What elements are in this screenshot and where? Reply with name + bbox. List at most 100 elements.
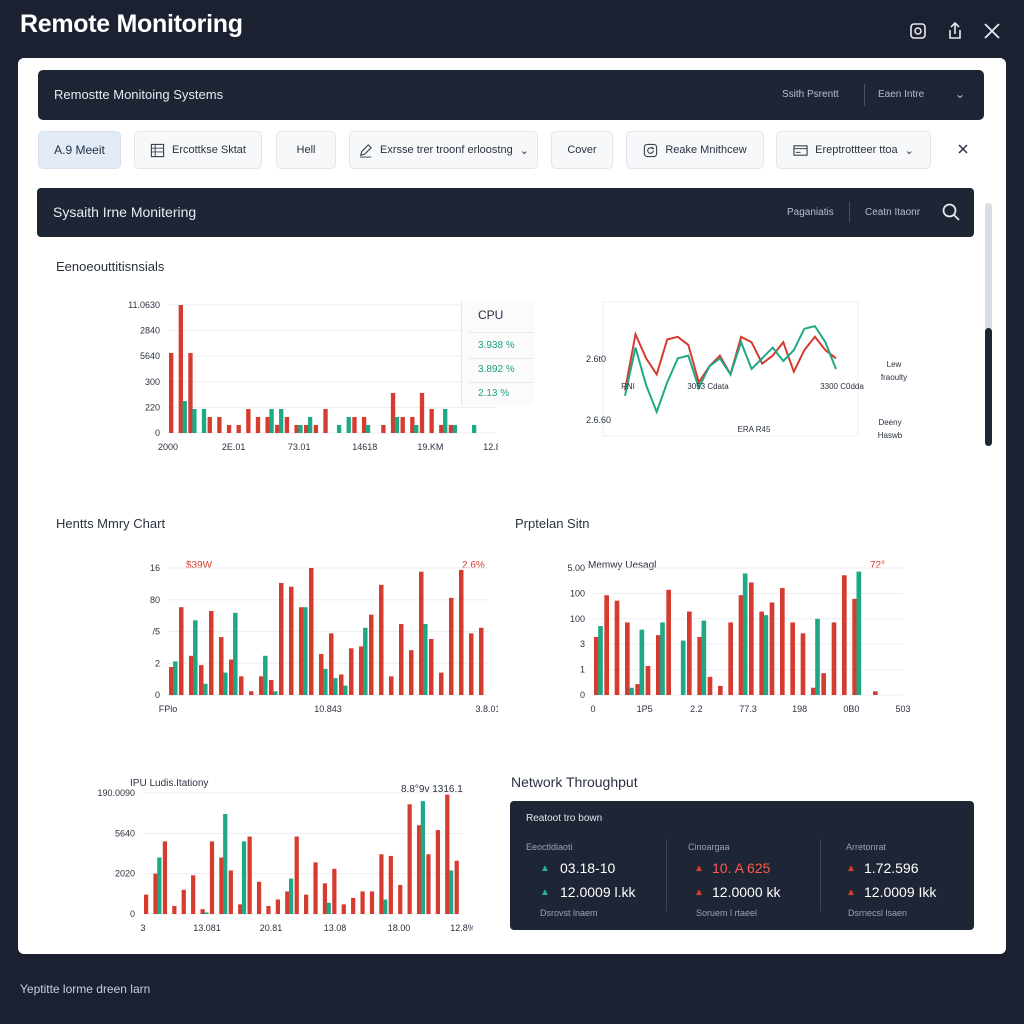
chart-bar — [379, 584, 384, 695]
top-bar-title: Remostte Monitoing Systems — [54, 87, 224, 102]
chart-bar — [399, 624, 404, 695]
chart-bar — [811, 687, 816, 695]
y-tick-label: 2.6t0 — [586, 354, 606, 364]
chart-bar — [173, 661, 178, 695]
chart-bar — [852, 598, 857, 695]
chart-bar — [420, 801, 425, 914]
chart-bar — [181, 889, 186, 914]
toolbar-dropdown-erloostng[interactable]: Exrsse trer troonf erloostng ⌄ — [349, 131, 538, 169]
chart-bar — [339, 674, 344, 695]
chart-bar — [200, 909, 205, 914]
chart-bar — [448, 425, 454, 433]
data-annotation: RNI — [621, 382, 635, 391]
chart-bar — [269, 680, 274, 695]
chart-bar — [614, 600, 620, 695]
chart-bar — [769, 602, 775, 695]
network-value: 12.0009 Ikk — [864, 884, 937, 900]
chart-bar — [238, 904, 243, 914]
chart-bar — [426, 854, 431, 914]
chart-bar — [718, 685, 723, 695]
x-tick-label: 10.843 — [314, 704, 342, 714]
chart-bar — [443, 409, 448, 433]
pen-icon — [359, 143, 372, 158]
y-tick-label: 190.0090 — [97, 788, 135, 798]
chart-bar — [697, 636, 702, 695]
chart-bar — [275, 425, 280, 433]
y-tick-label: 0 — [130, 909, 135, 919]
toolbar-dropdown-ttoa[interactable]: Ereptrottteer ttoa ⌄ — [776, 131, 931, 169]
x-tick-label: 2000 — [158, 442, 178, 452]
refresh-icon — [644, 143, 658, 157]
y-tick-label: /5 — [152, 627, 160, 637]
chart-bar — [759, 611, 764, 695]
chart-bar — [594, 636, 599, 695]
main-panel: Remostte Monitoing Systems Ssith Psrentt… — [18, 58, 1006, 954]
chart-bar — [831, 622, 837, 695]
top-bar-dropdown[interactable]: Eaen Intre — [878, 89, 924, 100]
chart-bar — [313, 862, 318, 914]
chart-bar — [821, 673, 826, 695]
top-bar-link[interactable]: Ssith Psrentt — [782, 89, 839, 100]
chart-bar — [259, 676, 264, 695]
chart-bar — [790, 622, 795, 695]
x-tick-label: 198 — [792, 704, 807, 714]
toolbar-button-meeit[interactable]: A.9 Meeit — [38, 131, 121, 169]
close-icon[interactable] — [954, 140, 972, 158]
chart-bar — [207, 417, 212, 433]
y-tick-label: 80 — [150, 595, 160, 605]
chart-bar — [279, 409, 284, 433]
chart-bar — [369, 891, 375, 914]
arrow-up-icon: ▲ — [846, 863, 856, 874]
chart-bar — [389, 676, 394, 695]
arrow-up-icon: ▲ — [694, 863, 704, 874]
x-tick-label: 12.8% — [450, 923, 473, 933]
chart-bar — [409, 650, 414, 695]
y-tick-label: 5640 — [140, 351, 160, 361]
network-value: 12.0000 kk — [712, 884, 781, 900]
toolbar-button-hell[interactable]: Hell — [276, 131, 336, 169]
scrollbar-thumb[interactable] — [985, 328, 992, 446]
network-value: 10. A 625 — [712, 860, 771, 876]
top-bar-divider — [864, 84, 865, 106]
chart-bar — [738, 595, 744, 695]
chart-bar — [352, 417, 357, 433]
network-col-title: Arretonrat — [846, 842, 887, 852]
toolbar-button-cover[interactable]: Cover — [551, 131, 613, 169]
toolbar-button-label: Hell — [296, 144, 316, 156]
section-header-dropdown[interactable]: Ceatn Itaonr — [865, 207, 920, 218]
series-line — [624, 330, 837, 391]
chart-bar — [294, 836, 299, 914]
chart-bar — [390, 393, 396, 433]
toolbar-button-label: Exrsse trer troonf erloostng — [380, 144, 513, 156]
chart-bar — [193, 620, 198, 695]
chart-bar — [856, 571, 862, 695]
chart-bar — [255, 417, 261, 433]
window-restore-button[interactable] — [903, 16, 933, 46]
network-panel: Reatoot tro bown Eeoctldiaoti ▲ 03.18-10… — [510, 801, 974, 930]
chart-bar — [203, 683, 208, 695]
toolbar-button-sktat[interactable]: Ercottkse Sktat — [134, 131, 262, 169]
chart-bar — [246, 409, 251, 433]
chart-bar — [842, 575, 847, 695]
chart-bar — [780, 587, 785, 695]
toolbar-button-mnithcew[interactable]: Reake Mnithcew — [626, 131, 764, 169]
window-share-button[interactable] — [940, 16, 970, 46]
close-icon — [984, 23, 1000, 39]
x-tick-label: 3.8.01 — [475, 704, 498, 714]
chart-bar — [660, 622, 665, 695]
chart-bar — [223, 672, 228, 695]
chart-bar — [449, 597, 454, 695]
arrow-up-icon: ▲ — [540, 887, 550, 898]
data-annotation: ERA R45 — [738, 425, 771, 434]
search-icon[interactable] — [941, 202, 961, 222]
legend-label: fraoulty — [881, 373, 907, 382]
chart-bar — [279, 582, 284, 695]
y-tick-label: 220 — [145, 402, 160, 412]
chart-bar — [365, 425, 371, 433]
pagination-link[interactable]: Paganiatis — [787, 207, 834, 218]
chart-bar — [707, 676, 713, 695]
legend-divider — [468, 332, 534, 333]
chart-bar — [435, 830, 440, 914]
chevron-down-icon[interactable]: ⌄ — [955, 87, 965, 101]
window-close-button[interactable] — [977, 16, 1007, 46]
